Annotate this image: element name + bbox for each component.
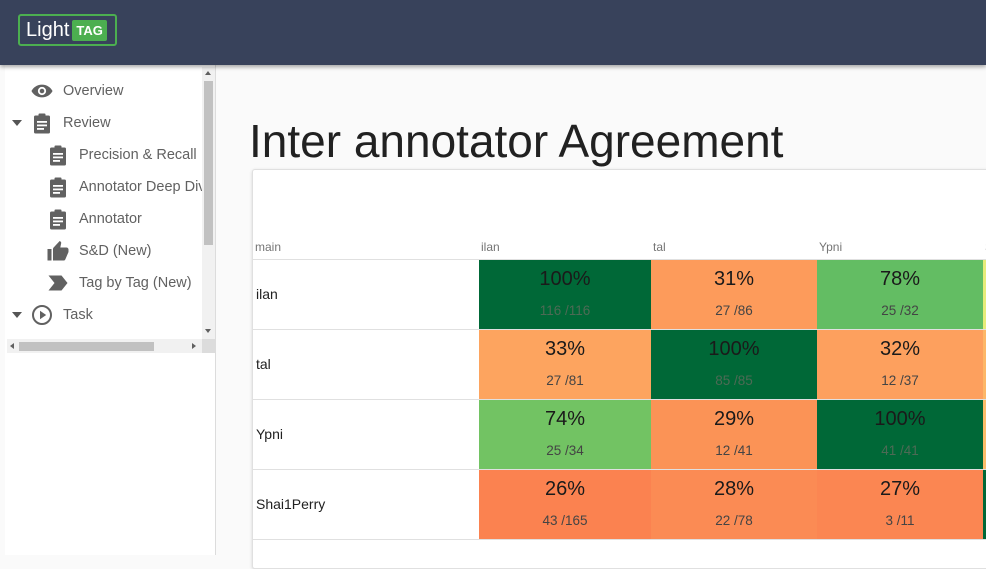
agreement-fraction: 41 /41 (881, 443, 919, 458)
agreement-cell[interactable]: 100% 85 /85 (651, 330, 817, 399)
column-header: ilan (481, 240, 500, 254)
agreement-fraction: 22 /78 (715, 513, 753, 528)
agreement-percent: 74% (544, 408, 586, 430)
row-label: ilan (256, 286, 278, 302)
sidebar-vertical-scrollbar[interactable] (202, 67, 215, 339)
scrollbar-corner (202, 339, 215, 353)
table-header: main ilan tal Ypni S (253, 234, 986, 260)
agreement-percent: 33% (544, 338, 586, 360)
scroll-right-arrow-icon[interactable] (192, 343, 196, 349)
agreement-cell[interactable]: 28% 22 /78 (651, 470, 817, 539)
agreement-percent: 27% (879, 478, 921, 500)
sidebar: Overview Review Precision & Recall Annot… (5, 65, 216, 555)
agreement-cell[interactable]: 100% 116 /116 (479, 260, 651, 329)
row-label: Ypni (256, 426, 283, 442)
play-circle-icon (31, 304, 53, 326)
lighttag-logo[interactable]: Light TAG (18, 14, 117, 46)
row-label: Shai1Perry (256, 496, 326, 512)
sidebar-nav: Overview Review Precision & Recall Annot… (5, 65, 202, 337)
agreement-fraction: 43 /165 (542, 513, 588, 528)
logo-tag-badge: TAG (72, 19, 107, 41)
scroll-left-arrow-icon[interactable] (10, 343, 14, 349)
sidebar-item-label: Task (63, 307, 93, 323)
top-app-bar: Light TAG (0, 0, 986, 65)
sidebar-item-sd-new[interactable]: S&D (New) (5, 235, 202, 267)
table-row: tal 33% 27 /81 100% 85 /85 32% 12 /37 (253, 330, 986, 400)
agreement-percent: 100% (874, 408, 926, 430)
agreement-fraction: 12 /37 (881, 373, 919, 388)
agreement-cell[interactable]: 26% 43 /165 (479, 470, 651, 539)
agreement-cell[interactable]: 27% 3 /11 (817, 470, 983, 539)
row-label: tal (256, 356, 271, 372)
table-row: ilan 100% 116 /116 31% 27 /86 78% 25 /32 (253, 260, 986, 330)
agreement-percent: 26% (544, 478, 586, 500)
sidebar-item-overview[interactable]: Overview (5, 75, 202, 107)
eye-icon (31, 80, 53, 102)
label-icon (47, 272, 69, 294)
agreement-percent: 78% (879, 268, 921, 290)
column-header: Ypni (819, 240, 843, 254)
agreement-cell[interactable]: 100% 41 /41 (817, 400, 983, 469)
agreement-fraction: 3 /11 (885, 513, 915, 528)
agreement-cell[interactable]: 31% 27 /86 (651, 260, 817, 329)
scroll-down-arrow-icon[interactable] (205, 329, 211, 333)
agreement-fraction: 27 /86 (715, 303, 753, 318)
agreement-cell[interactable]: 29% 12 /41 (651, 400, 817, 469)
sidebar-item-label: Annotator Deep Dive (79, 179, 202, 195)
sidebar-item-label: Precision & Recall (79, 147, 197, 163)
agreement-percent: 100% (708, 338, 760, 360)
agreement-percent: 100% (539, 268, 591, 290)
scrollbar-thumb[interactable] (204, 81, 213, 245)
agreement-percent: 29% (713, 408, 755, 430)
sidebar-item-label: Tag by Tag (New) (79, 275, 192, 291)
table-row: Ypni 74% 25 /34 29% 12 /41 100% 41 /41 (253, 400, 986, 470)
table-row: Shai1Perry 26% 43 /165 28% 22 /78 27% 3 … (253, 470, 986, 540)
agreement-fraction: 25 /34 (546, 443, 584, 458)
chevron-down-icon[interactable] (12, 120, 22, 126)
agreement-table-card: main ilan tal Ypni S ilan 100% 116 /116 … (252, 169, 986, 569)
agreement-cell[interactable]: 74% 25 /34 (479, 400, 651, 469)
agreement-fraction: 27 /81 (546, 373, 584, 388)
sidebar-item-label: Annotator (79, 211, 142, 227)
sidebar-horizontal-scrollbar[interactable] (7, 339, 202, 353)
agreement-cell[interactable]: 32% 12 /37 (817, 330, 983, 399)
clipboard-icon (47, 208, 69, 230)
agreement-fraction: 85 /85 (715, 373, 753, 388)
clipboard-icon (31, 112, 53, 134)
agreement-percent: 32% (879, 338, 921, 360)
agreement-cell[interactable]: 33% 27 /81 (479, 330, 651, 399)
sidebar-item-annotator-deep-dive[interactable]: Annotator Deep Dive (5, 171, 202, 203)
agreement-fraction: 116 /116 (539, 303, 591, 318)
column-header: main (255, 240, 282, 254)
clipboard-icon (47, 176, 69, 198)
sidebar-item-annotator[interactable]: Annotator (5, 203, 202, 235)
scrollbar-thumb[interactable] (19, 342, 154, 351)
sidebar-item-label: Review (63, 115, 111, 131)
sidebar-item-task[interactable]: Task (5, 299, 202, 331)
agreement-percent: 31% (713, 268, 755, 290)
agreement-fraction: 12 /41 (715, 443, 753, 458)
sidebar-item-label: S&D (New) (79, 243, 152, 259)
agreement-fraction: 25 /32 (881, 303, 919, 318)
scroll-up-arrow-icon[interactable] (205, 71, 211, 75)
sidebar-item-tag-by-tag[interactable]: Tag by Tag (New) (5, 267, 202, 299)
thumb-up-icon (47, 240, 69, 262)
sidebar-item-precision-recall[interactable]: Precision & Recall (5, 139, 202, 171)
chevron-down-icon[interactable] (12, 312, 22, 318)
column-header: tal (653, 240, 666, 254)
agreement-percent: 28% (713, 478, 755, 500)
sidebar-item-label: Overview (63, 83, 124, 99)
sidebar-item-review[interactable]: Review (5, 107, 202, 139)
logo-text: Light (26, 18, 70, 41)
clipboard-icon (47, 144, 69, 166)
agreement-cell[interactable]: 78% 25 /32 (817, 260, 983, 329)
page-title: Inter annotator Agreement (249, 115, 784, 167)
